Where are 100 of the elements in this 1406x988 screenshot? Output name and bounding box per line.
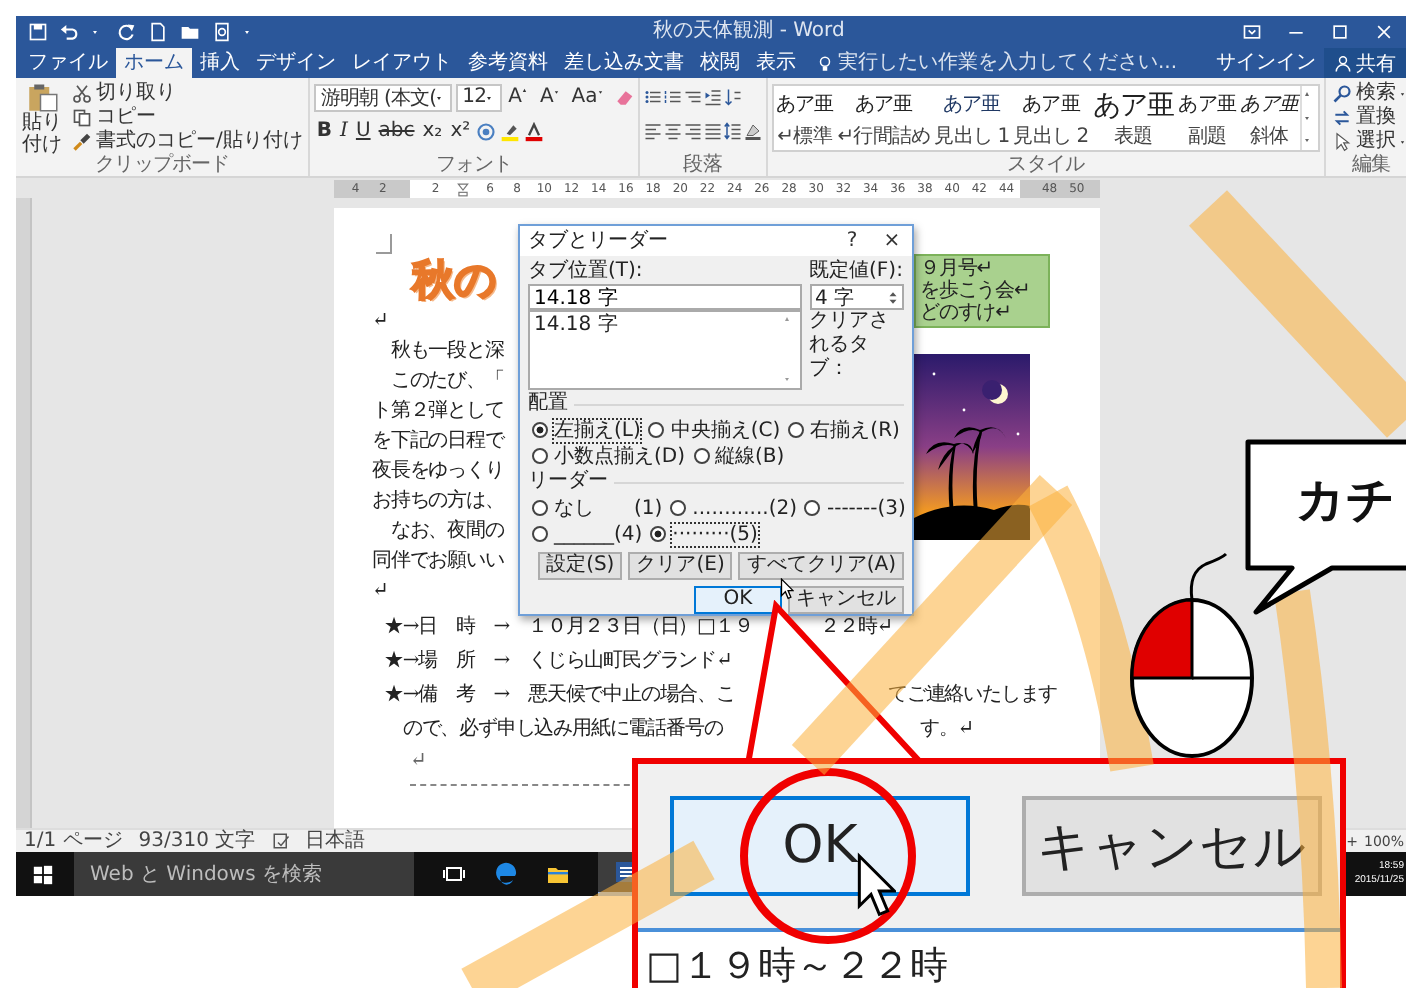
align-right-icon[interactable] — [683, 122, 702, 140]
radio-icon[interactable] — [532, 422, 548, 438]
style-sample[interactable]: あア亜 — [855, 88, 913, 124]
ribbon-button[interactable]: 置換 — [1330, 106, 1406, 130]
proofing-icon[interactable] — [271, 832, 290, 850]
radio-icon[interactable] — [788, 422, 805, 438]
sign-in-link[interactable]: サインイン — [1208, 48, 1324, 78]
option-label[interactable]: ............(2) — [690, 495, 799, 521]
line-spacing-icon[interactable] — [723, 122, 742, 140]
tab-position-field[interactable]: 14.18 字 — [528, 284, 802, 310]
tab-stop-list[interactable]: 14.18 字 — [528, 310, 802, 390]
ribbon-tab[interactable]: レイアウト — [344, 48, 460, 78]
task-view-icon[interactable] — [442, 862, 466, 886]
ribbon-button[interactable]: 検索 — [1330, 82, 1406, 106]
option-label[interactable]: 小数点揃え(D) — [552, 443, 688, 469]
browser-icon[interactable] — [494, 862, 518, 886]
style-sample[interactable]: あア亜 — [943, 88, 1001, 124]
ok-button[interactable]: OK — [670, 796, 970, 896]
option-label[interactable]: ·········(5) — [670, 521, 760, 547]
ribbon-button[interactable]: 書式のコピー/貼り付け — [70, 130, 305, 154]
document-icon[interactable] — [148, 22, 168, 42]
style-sample[interactable]: あア亜 — [775, 88, 834, 124]
tell-me-field[interactable]: 実行したい作業を入力してください... — [838, 50, 1178, 76]
list-item[interactable]: 14.18 字 — [534, 314, 618, 336]
format-button[interactable]: x₂ — [420, 118, 445, 144]
save-icon[interactable] — [28, 22, 48, 42]
font-color-icon[interactable] — [524, 121, 545, 141]
align-center-icon[interactable] — [663, 122, 682, 140]
option-label[interactable]: 右揃え(R) — [808, 417, 902, 443]
radio-icon[interactable] — [804, 500, 821, 516]
format-button[interactable]: B — [314, 118, 334, 144]
font-size-button[interactable]: Aa — [569, 84, 610, 110]
cancel-button[interactable]: キャンセル — [788, 586, 904, 614]
clear-button[interactable]: クリア(E) — [628, 552, 733, 580]
style-sample[interactable]: あア亜 — [1092, 88, 1175, 124]
shading-icon[interactable] — [743, 122, 762, 140]
ribbon-button[interactable]: コピー — [70, 106, 305, 130]
text-effects-icon[interactable] — [476, 121, 497, 141]
indent-marker-icon[interactable] — [455, 181, 470, 197]
format-button[interactable]: x² — [448, 118, 473, 144]
numbered-list-icon[interactable] — [663, 88, 682, 106]
folder-icon[interactable] — [546, 862, 570, 886]
format-button[interactable]: U — [353, 118, 373, 144]
align-left-icon[interactable] — [643, 122, 662, 140]
radio-icon[interactable] — [532, 526, 548, 542]
undo-icon[interactable] — [60, 22, 80, 42]
font-size-button[interactable]: A — [506, 84, 534, 110]
ribbon-tab[interactable]: デザイン — [248, 48, 344, 78]
radio-icon[interactable] — [532, 448, 548, 464]
option-label[interactable]: ______(4) — [552, 521, 645, 547]
ok-button[interactable]: OK — [694, 586, 782, 614]
default-tab-field[interactable]: 4 字 — [809, 284, 904, 310]
highlighter-icon[interactable] — [500, 121, 521, 141]
lightbulb-icon[interactable] — [816, 53, 834, 73]
radio-icon[interactable] — [670, 500, 687, 516]
maximize-icon[interactable] — [1329, 22, 1350, 42]
font-size-button[interactable]: A — [537, 84, 566, 110]
justify-icon[interactable] — [703, 122, 722, 140]
cancel-button[interactable]: キャンセル — [1022, 796, 1322, 896]
redo-icon[interactable] — [116, 22, 136, 42]
ribbon-tab[interactable]: ホーム — [116, 48, 192, 78]
radio-icon[interactable] — [532, 500, 548, 516]
indent-icon[interactable] — [703, 88, 722, 106]
radio-icon[interactable] — [648, 422, 665, 438]
ribbon-tab[interactable]: 挿入 — [192, 48, 248, 78]
option-label[interactable]: 左揃え(L) — [552, 417, 643, 443]
style-sample[interactable]: あア亜 — [1240, 88, 1298, 124]
ribbon-button[interactable]: 切り取り — [70, 82, 305, 106]
sort-icon[interactable] — [723, 88, 742, 106]
format-button[interactable]: I — [338, 118, 350, 144]
style-sample[interactable]: あア亜 — [1022, 88, 1080, 124]
ribbon-button[interactable]: 選択 — [1330, 130, 1406, 154]
font-name-field[interactable]: 游明朝 (本文( — [314, 83, 453, 111]
close-button[interactable]: × — [872, 227, 912, 255]
style-sample[interactable]: あア亜 — [1178, 88, 1236, 124]
ribbon-tab[interactable]: 校閲 — [692, 48, 748, 78]
ribbon-tab[interactable]: ファイル — [20, 48, 116, 78]
eraser-icon[interactable] — [613, 87, 634, 107]
bullet-list-icon[interactable] — [643, 88, 662, 106]
help-button[interactable]: ? — [832, 227, 872, 255]
option-label[interactable]: なし (1) — [552, 495, 665, 521]
option-label[interactable]: -------(3) — [824, 495, 908, 521]
radio-icon[interactable] — [650, 526, 667, 542]
outline-list-icon[interactable] — [683, 88, 702, 106]
search-field[interactable]: Web と Windows を検索 — [74, 852, 414, 896]
ribbon-tab[interactable]: 表示 — [748, 48, 804, 78]
share-button[interactable]: 共有 — [1324, 48, 1406, 78]
ribbon-tab[interactable]: 差し込み文書 — [556, 48, 692, 78]
ribbon-tab[interactable]: 参考資料 — [460, 48, 556, 78]
font-size-field[interactable]: 12 — [456, 83, 503, 111]
close-icon[interactable] — [1373, 22, 1394, 42]
folder-icon[interactable] — [180, 22, 200, 42]
option-label[interactable]: 中央揃え(C) — [668, 417, 783, 443]
windows-icon[interactable] — [32, 863, 54, 885]
ribbon-display-icon[interactable] — [1241, 22, 1262, 42]
set-button[interactable]: 設定(S) — [538, 552, 623, 580]
option-label[interactable]: 縦線(B) — [713, 443, 787, 469]
radio-icon[interactable] — [693, 448, 710, 464]
clear-all-button[interactable]: すべてクリア(A) — [738, 552, 904, 580]
format-button[interactable]: abc — [376, 118, 417, 144]
